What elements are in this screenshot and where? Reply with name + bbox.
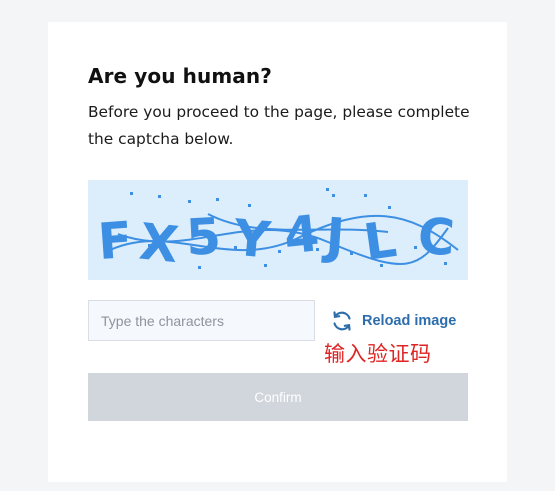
captcha-char-7: L (360, 210, 400, 272)
refresh-icon (330, 309, 354, 333)
captcha-char-5: 4 (281, 204, 322, 265)
captcha-image: F X 5 Y 4 J L C (88, 180, 468, 280)
captcha-char-2: X (137, 212, 181, 274)
page-title: Are you human? (88, 64, 272, 88)
reload-image-label: Reload image (362, 313, 457, 329)
confirm-button[interactable]: Confirm (88, 373, 468, 421)
captcha-char-1: F (96, 211, 134, 271)
annotation-text: 输入验证码 (324, 342, 432, 366)
captcha-char-8: C (416, 207, 456, 267)
captcha-description: Before you proceed to the page, please c… (88, 103, 470, 148)
captcha-char-6: J (321, 207, 347, 266)
reload-image-button[interactable]: Reload image (330, 308, 456, 334)
captcha-char-4: Y (230, 209, 273, 270)
captcha-char-3: 5 (185, 207, 223, 267)
captcha-input[interactable] (88, 300, 315, 341)
captcha-card: Are you human? Before you proceed to the… (48, 22, 507, 482)
